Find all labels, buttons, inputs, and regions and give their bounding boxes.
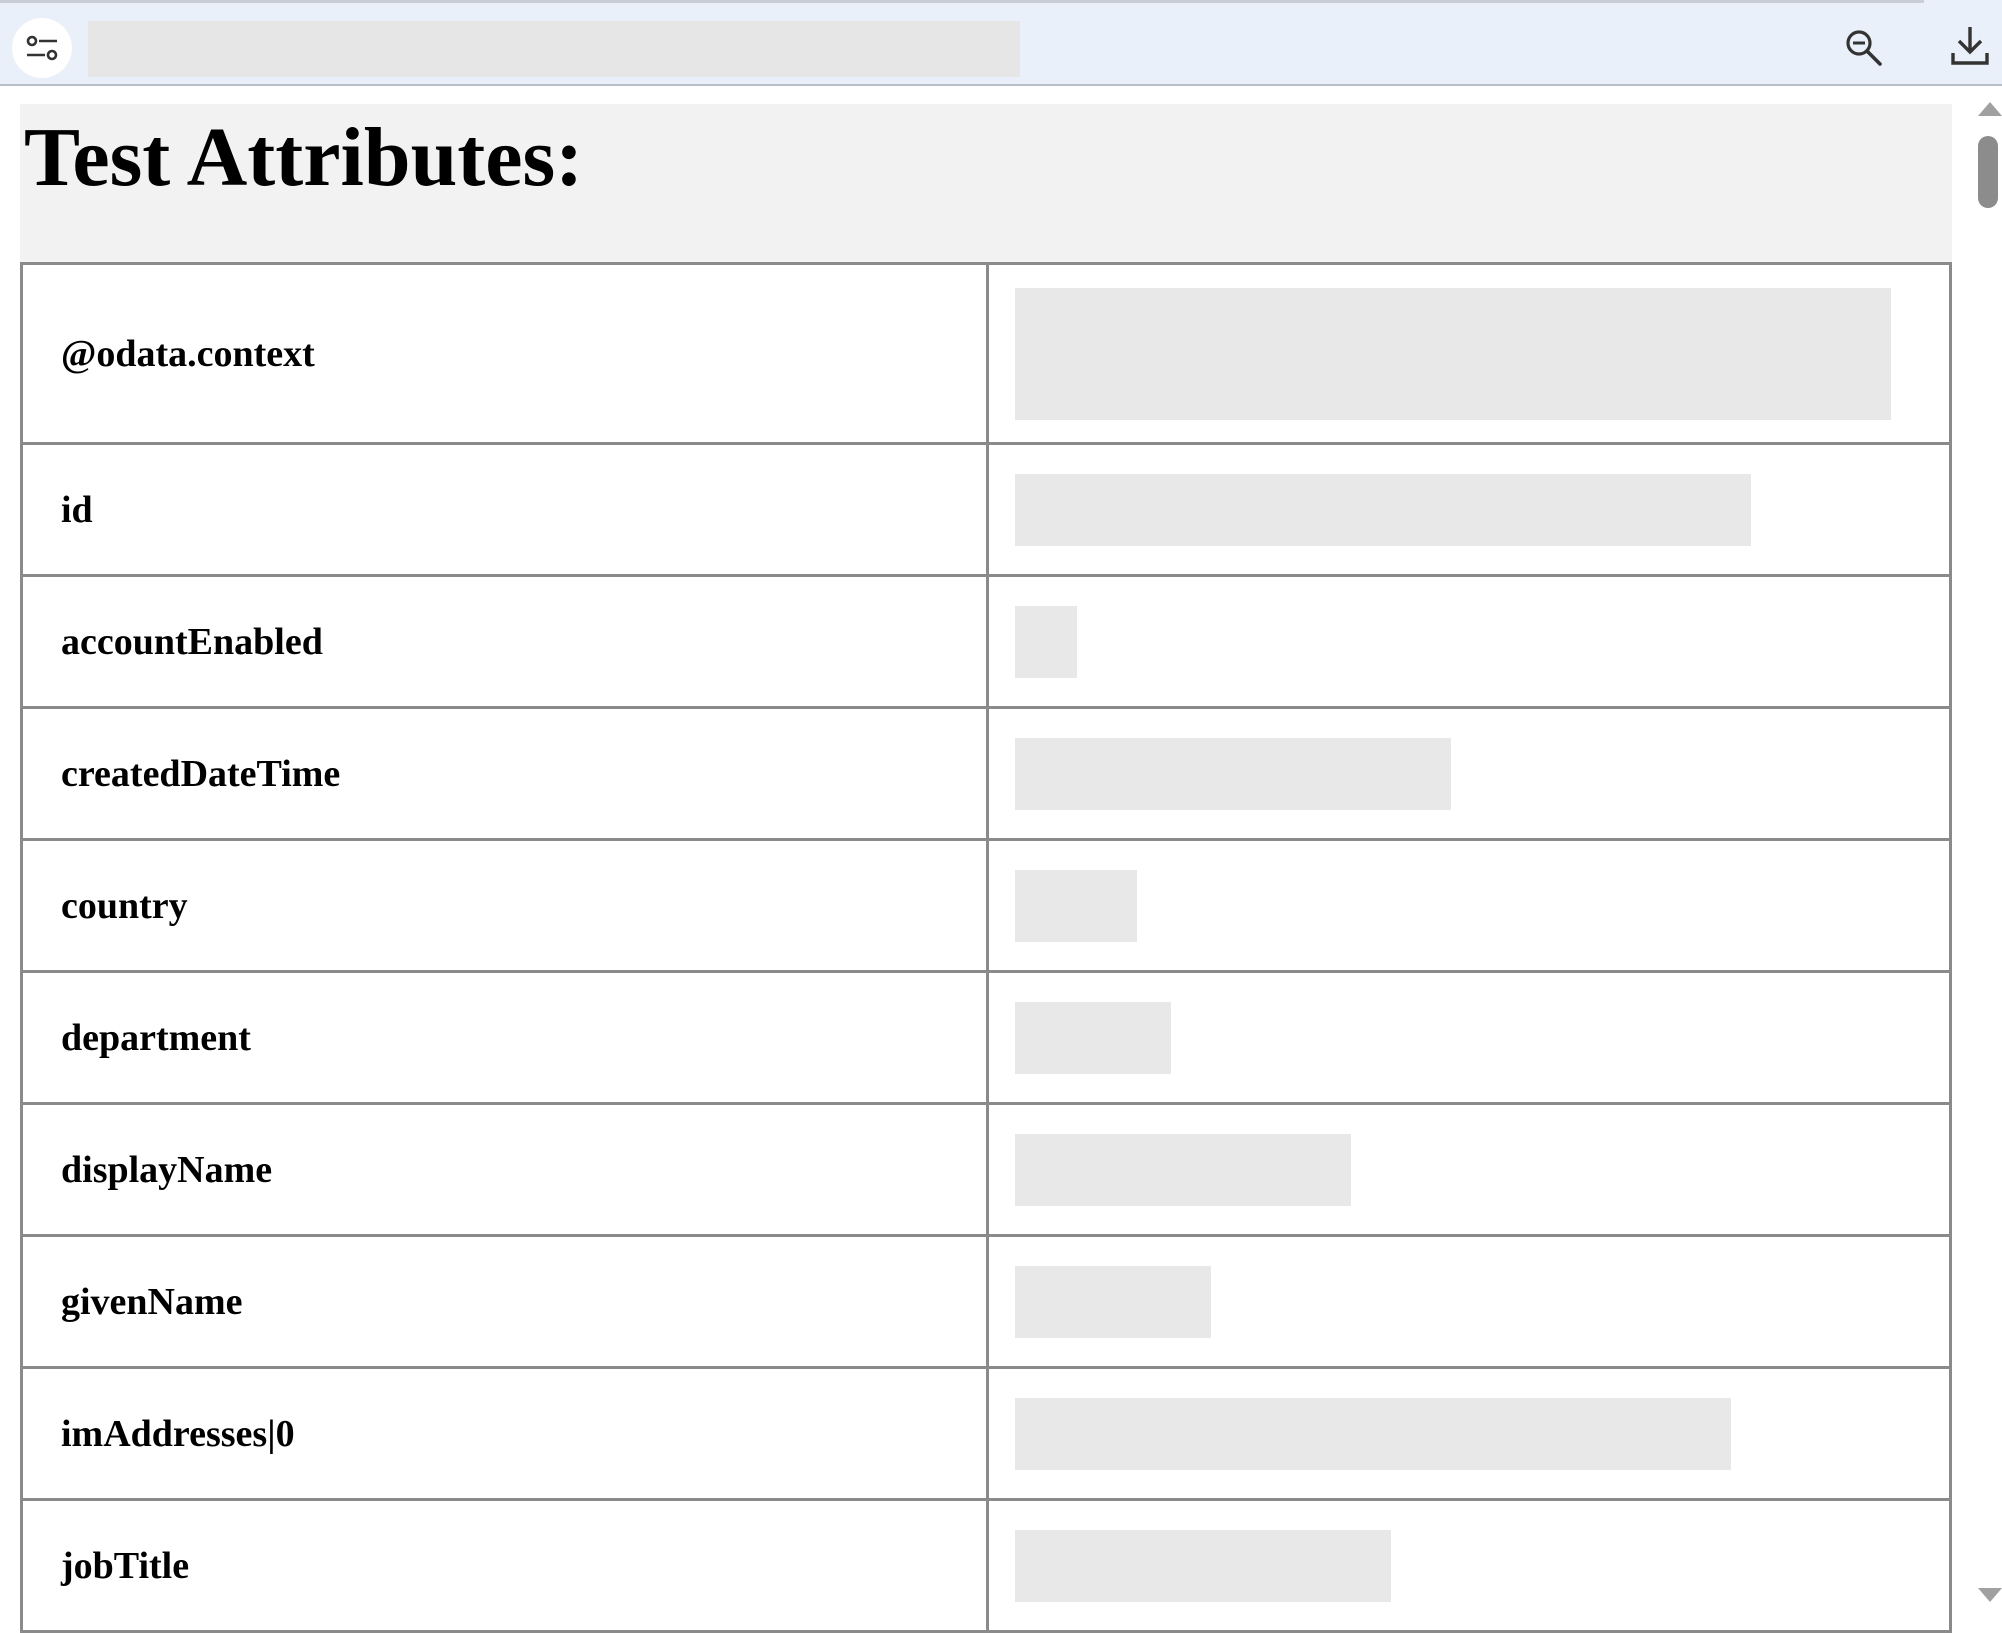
attribute-value-cell: [986, 1366, 1952, 1501]
redacted-value: [1015, 1397, 1731, 1470]
attribute-value-cell: [986, 1102, 1952, 1237]
attribute-name: givenName: [20, 1234, 989, 1369]
redacted-value: [1015, 1001, 1171, 1074]
table-row: accountEnabled: [20, 574, 1952, 709]
pdf-viewer-toolbar: [0, 0, 1924, 86]
attribute-name: displayName: [20, 1102, 989, 1237]
attribute-value-cell: [986, 1498, 1952, 1633]
table-row: displayName: [20, 1102, 1952, 1237]
table-row: department: [20, 970, 1952, 1105]
toolbar-right-section: [1924, 0, 2002, 86]
table-row: country: [20, 838, 1952, 973]
redacted-value: [1015, 287, 1891, 420]
attribute-value-cell: [986, 838, 1952, 973]
attribute-value-cell: [986, 262, 1952, 445]
table-row: createdDateTime: [20, 706, 1952, 841]
attribute-name: createdDateTime: [20, 706, 989, 841]
attribute-value-cell: [986, 574, 1952, 709]
attribute-name: accountEnabled: [20, 574, 989, 709]
redacted-value: [1015, 737, 1451, 810]
redacted-value: [1015, 605, 1077, 678]
page-title: Test Attributes:: [24, 111, 584, 204]
download-button[interactable]: [1942, 17, 1998, 73]
attributes-table: @odata.context id accountEnabled createdDat…: [20, 262, 1952, 1633]
redacted-value: [1015, 1265, 1211, 1338]
attribute-name: @odata.context: [20, 262, 989, 445]
document-content: Test Attributes: @odata.context id account…: [20, 104, 1952, 1633]
redacted-value: [1015, 473, 1751, 546]
table-row: id: [20, 442, 1952, 577]
attribute-name: id: [20, 442, 989, 577]
attributes-table-body: @odata.context id accountEnabled createdDat…: [20, 262, 1952, 1633]
redacted-value: [1015, 1529, 1391, 1602]
zoom-out-button[interactable]: [1836, 20, 1892, 76]
scroll-up-arrow-icon[interactable]: [1978, 102, 2002, 116]
tune-sliders-icon: [26, 35, 58, 61]
attribute-value-cell: [986, 442, 1952, 577]
vertical-scrollbar[interactable]: [1972, 92, 2002, 1606]
zoom-out-icon: [1846, 30, 1882, 66]
table-row: jobTitle: [20, 1498, 1952, 1633]
attribute-name: imAddresses|0: [20, 1366, 989, 1501]
tune-settings-button[interactable]: [12, 18, 72, 78]
table-row: givenName: [20, 1234, 1952, 1369]
attribute-name: country: [20, 838, 989, 973]
url-field[interactable]: [88, 21, 1020, 77]
table-row: imAddresses|0: [20, 1366, 1952, 1501]
title-band: Test Attributes:: [20, 104, 1952, 262]
attribute-value-cell: [986, 970, 1952, 1105]
attribute-name: department: [20, 970, 989, 1105]
attribute-value-cell: [986, 706, 1952, 841]
scroll-down-arrow-icon[interactable]: [1978, 1588, 2002, 1602]
attribute-name: jobTitle: [20, 1498, 989, 1633]
redacted-value: [1015, 1133, 1351, 1206]
attribute-value-cell: [986, 1234, 1952, 1369]
table-row: @odata.context: [20, 262, 1952, 445]
scroll-thumb[interactable]: [1978, 136, 1998, 208]
redacted-value: [1015, 869, 1137, 942]
download-icon: [1951, 27, 1989, 65]
